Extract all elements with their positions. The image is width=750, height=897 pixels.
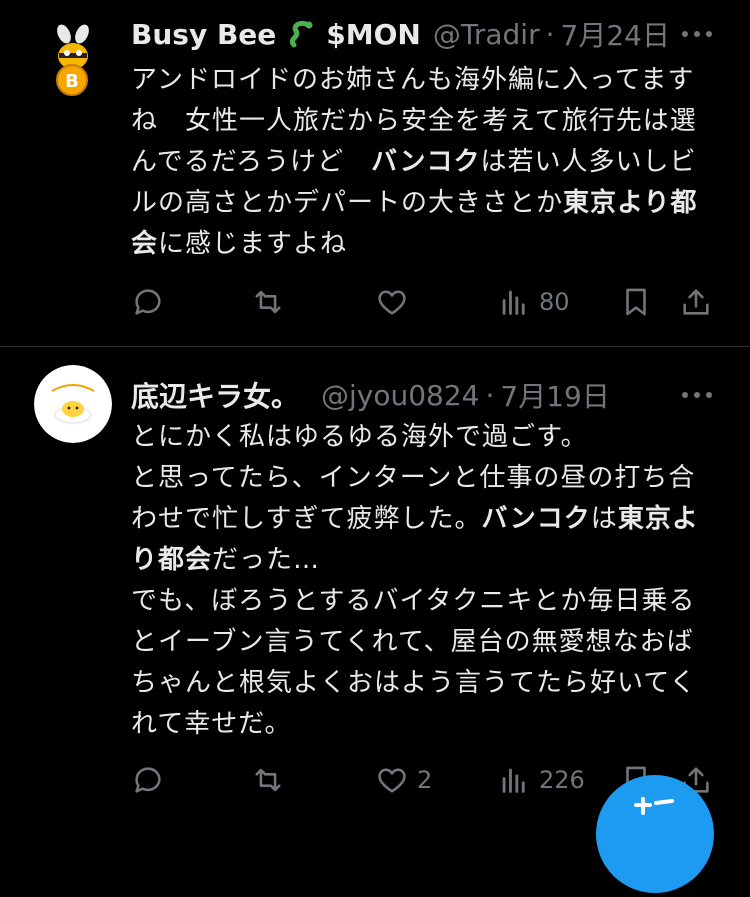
like-button[interactable] (375, 280, 417, 324)
views-count: 80 (539, 288, 570, 316)
snake-emoji-icon (290, 20, 313, 48)
views-icon (502, 768, 525, 793)
compose-icon (634, 797, 674, 815)
separator-dot: · (485, 378, 495, 412)
tweet-text: とにかく私はゆるゆる海外で過ごす。 と思ってたら、インターンと仕事の昼の打ち合わ… (131, 417, 711, 745)
text-segment: だった… でも、ぼろうとするバイタクニキとか毎日乗るとイーブン言うてくれて、屋台… (131, 545, 697, 739)
retweet-icon (255, 768, 281, 792)
retweet-icon (255, 290, 281, 314)
text-segment-bold: バンコク (371, 147, 481, 177)
share-button[interactable] (679, 280, 713, 324)
display-name-suffix: $MON (326, 17, 421, 51)
tweet-date[interactable]: 7月19日 (500, 375, 609, 415)
heart-icon (378, 768, 406, 793)
like-button[interactable]: 2 (375, 758, 432, 802)
avatar[interactable] (34, 365, 112, 443)
reply-button[interactable] (131, 280, 173, 324)
bookmark-button[interactable] (619, 280, 653, 324)
views-count: 226 (539, 766, 585, 794)
reply-icon (135, 767, 161, 793)
bookmark-icon (626, 288, 646, 316)
tweet-date[interactable]: 7月24日 (561, 14, 670, 54)
user-handle[interactable]: @Tradir (433, 18, 540, 51)
tweet-text: アンドロイドのお姉さんも海外編に入ってますね 女性一人旅だから安全を考えて旅行先… (131, 60, 711, 265)
views-icon (502, 290, 525, 315)
like-count: 2 (417, 766, 433, 794)
svg-text:B: B (65, 71, 79, 92)
views-button[interactable]: 226 (497, 758, 585, 802)
tweet-header: Busy Bee $MON @Tradir · 7月24日 (131, 14, 670, 54)
more-options-icon[interactable] (680, 18, 714, 48)
text-segment: に感じますよね (158, 229, 348, 259)
retweet-button[interactable] (251, 758, 293, 802)
display-name[interactable]: 底辺キラ女。 (131, 375, 299, 415)
separator-dot: · (545, 17, 555, 51)
compose-fab[interactable] (596, 775, 714, 893)
reply-icon (135, 289, 161, 315)
user-handle[interactable]: @jyou0824 (321, 379, 479, 412)
heart-icon (378, 290, 406, 315)
views-button[interactable]: 80 (497, 280, 570, 324)
egg-character-avatar-icon (34, 365, 112, 443)
action-bar: 80 (131, 280, 721, 324)
reply-button[interactable] (131, 758, 173, 802)
bee-avatar-icon: B (34, 22, 112, 100)
avatar[interactable]: B (34, 22, 112, 100)
text-segment: は (590, 504, 618, 534)
share-icon (683, 289, 709, 315)
tweet[interactable]: B Busy Bee $MON @Tradir · 7月24日 アンドロイドのお… (0, 0, 750, 346)
text-segment-bold: バンコク (481, 504, 591, 534)
tweet[interactable]: 底辺キラ女。 @jyou0824 · 7月19日 とにかく私はゆるゆる海外で過ご… (0, 347, 750, 822)
display-name[interactable]: Busy Bee (131, 18, 276, 51)
retweet-button[interactable] (251, 280, 293, 324)
tweet-header: 底辺キラ女。 @jyou0824 · 7月19日 (131, 375, 610, 415)
more-options-icon[interactable] (680, 379, 714, 409)
